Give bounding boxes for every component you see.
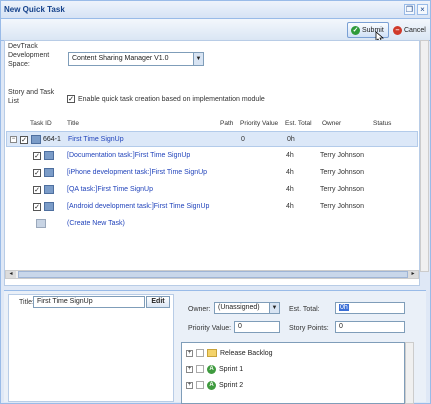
col-task-id[interactable]: Task ID	[30, 120, 52, 127]
cancel-icon: –	[393, 25, 402, 35]
task-owner: Terry Johnson	[320, 152, 364, 159]
tree-item-label: Sprint 2	[219, 381, 244, 389]
cancel-label: Cancel	[404, 26, 426, 34]
col-priority[interactable]: Priority Value	[240, 120, 278, 127]
task-priority: 0	[241, 136, 245, 143]
sprint-tree[interactable]: + Release Backlog + A Sprint 1 + A Sprin…	[181, 342, 405, 404]
restore-icon[interactable]: ❐	[404, 4, 415, 15]
tree-item-label: Release Backlog	[220, 349, 273, 357]
task-title[interactable]: [Documentation task:]First Time SignUp	[67, 152, 190, 159]
table-row[interactable]: ✓ [Android development task:]First Time …	[6, 199, 418, 215]
est-total-value: 0h	[339, 304, 349, 311]
title-bar[interactable]: New Quick Task ❐ ×	[1, 1, 430, 19]
row-checkbox[interactable]: ✓	[33, 169, 41, 177]
devspace-select[interactable]: Content Sharing Manager V1.0 ▼	[68, 52, 204, 66]
task-title[interactable]: First Time SignUp	[68, 136, 124, 143]
tree-checkbox[interactable]	[196, 365, 204, 373]
col-status[interactable]: Status	[373, 120, 391, 127]
chevron-down-icon[interactable]: ▼	[193, 53, 203, 65]
task-est: 4h	[286, 152, 294, 159]
description-box[interactable]	[8, 294, 174, 402]
sprint-icon: A	[207, 380, 216, 390]
expand-icon[interactable]: +	[186, 349, 193, 357]
row-checkbox[interactable]: ✓	[20, 136, 28, 144]
edit-button[interactable]: Edit	[146, 296, 170, 308]
priority-label: Priority Value:	[188, 325, 232, 332]
tree-item[interactable]: + Release Backlog	[186, 347, 273, 359]
tree-checkbox[interactable]	[196, 349, 204, 357]
expand-icon[interactable]: +	[186, 381, 193, 389]
story-points-label: Story Points:	[289, 325, 329, 332]
vertical-scrollbar[interactable]	[420, 40, 429, 272]
tree-checkbox[interactable]	[196, 381, 204, 389]
scroll-left-icon[interactable]: ◂	[6, 271, 16, 278]
task-title[interactable]: [iPhone development task:]First Time Sig…	[67, 169, 207, 176]
table-row[interactable]: − ✓ 664-1 First Time SignUp 0 0h	[6, 131, 418, 147]
enable-checkbox[interactable]: ✓	[67, 95, 75, 103]
row-checkbox[interactable]: ✓	[33, 186, 41, 194]
table-row[interactable]: ✓ [iPhone development task:]First Time S…	[6, 165, 418, 181]
devspace-label: DevTrack Development Space:	[8, 43, 50, 68]
story-points-input[interactable]: 0	[335, 321, 405, 333]
tree-item-label: Sprint 1	[219, 365, 244, 373]
horizontal-scrollbar[interactable]: ◂ ▸	[5, 270, 419, 279]
table-row[interactable]: ✓ [Documentation task:]First Time SignUp…	[6, 148, 418, 164]
chevron-down-icon[interactable]: ▼	[269, 303, 279, 313]
task-icon	[44, 168, 54, 177]
grid-header: Task ID Title Path Priority Value Est. T…	[30, 118, 420, 130]
scroll-right-icon[interactable]: ▸	[408, 271, 418, 278]
row-checkbox[interactable]: ✓	[33, 203, 41, 211]
scroll-thumb[interactable]	[18, 271, 408, 278]
table-row[interactable]: ✓ [QA task:]First Time SignUp 4h Terry J…	[6, 182, 418, 198]
tree-item[interactable]: + A Sprint 1	[186, 363, 243, 375]
cancel-button[interactable]: – Cancel	[390, 22, 430, 38]
task-owner: Terry Johnson	[320, 203, 364, 210]
task-owner: Terry Johnson	[320, 169, 364, 176]
row-checkbox[interactable]: ✓	[33, 152, 41, 160]
owner-value: (Unassigned)	[218, 304, 260, 311]
expand-icon[interactable]: +	[186, 365, 193, 373]
check-icon: ✓	[351, 25, 360, 35]
devspace-value: Content Sharing Manager V1.0	[72, 55, 169, 62]
title-label: Title:	[19, 299, 34, 306]
task-title[interactable]: [Android development task:]First Time Si…	[67, 203, 209, 210]
task-est: 4h	[286, 203, 294, 210]
tree-item[interactable]: + A Sprint 2	[186, 379, 243, 391]
owner-select[interactable]: (Unassigned) ▼	[214, 302, 280, 314]
sprint-icon: A	[207, 364, 216, 374]
priority-input[interactable]: 0	[234, 321, 280, 333]
task-icon	[44, 202, 54, 211]
col-owner[interactable]: Owner	[322, 120, 341, 127]
task-title[interactable]: [QA task:]First Time SignUp	[67, 186, 153, 193]
task-icon	[44, 151, 54, 160]
task-icon	[44, 185, 54, 194]
task-est: 0h	[287, 136, 295, 143]
toolbar: ✓ Submit – Cancel	[1, 19, 430, 41]
tree-scrollbar[interactable]	[405, 342, 414, 404]
title-input[interactable]: First Time SignUp	[33, 296, 145, 308]
task-id: 664-1	[43, 136, 61, 143]
table-row[interactable]: (Create New Task)	[6, 216, 418, 232]
collapse-icon[interactable]: −	[10, 136, 17, 143]
close-icon[interactable]: ×	[417, 4, 428, 15]
task-est: 4h	[286, 169, 294, 176]
folder-icon	[207, 349, 217, 357]
owner-label: Owner:	[188, 306, 211, 313]
window-title: New Quick Task	[4, 5, 65, 14]
est-total-input[interactable]: 0h	[335, 302, 405, 314]
col-est-total[interactable]: Est. Total	[285, 120, 312, 127]
story-label: Story and Task List	[8, 89, 55, 105]
task-owner: Terry Johnson	[320, 186, 364, 193]
story-icon	[31, 135, 41, 144]
col-title[interactable]: Title	[67, 120, 79, 127]
enable-label: Enable quick task creation based on impl…	[78, 96, 265, 103]
col-path[interactable]: Path	[220, 120, 233, 127]
task-est: 4h	[286, 186, 294, 193]
est-total-label: Est. Total:	[289, 306, 320, 313]
new-task-icon	[36, 219, 46, 228]
create-task-link[interactable]: (Create New Task)	[67, 220, 125, 227]
